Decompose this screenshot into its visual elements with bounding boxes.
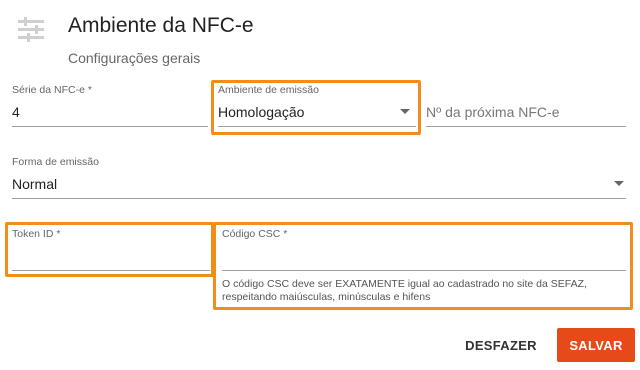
serie-label: Série da NFC-e *: [12, 84, 92, 96]
page-title: Ambiente da NFC-e: [68, 14, 254, 37]
forma-underline: [12, 198, 626, 199]
chevron-down-icon[interactable]: [614, 181, 624, 186]
forma-value[interactable]: Normal: [12, 176, 57, 192]
token-highlight: [5, 222, 214, 277]
save-button[interactable]: SALVAR: [557, 328, 635, 362]
csc-highlight: [213, 222, 633, 310]
proxima-underline: [426, 126, 626, 127]
sliders-icon: [16, 15, 46, 45]
serie-field[interactable]: Série da NFC-e * 4: [12, 84, 208, 128]
forma-select[interactable]: Forma de emissão Normal: [12, 156, 626, 200]
page-subtitle: Configurações gerais: [68, 50, 201, 66]
serie-underline: [12, 126, 208, 127]
forma-label: Forma de emissão: [12, 156, 99, 168]
proxima-placeholder[interactable]: Nº da próxima NFC-e: [426, 104, 559, 120]
ambiente-highlight: [211, 80, 421, 135]
undo-button[interactable]: DESFAZER: [458, 330, 544, 360]
proxima-field[interactable]: Nº da próxima NFC-e: [426, 84, 626, 128]
serie-value[interactable]: 4: [12, 104, 20, 120]
